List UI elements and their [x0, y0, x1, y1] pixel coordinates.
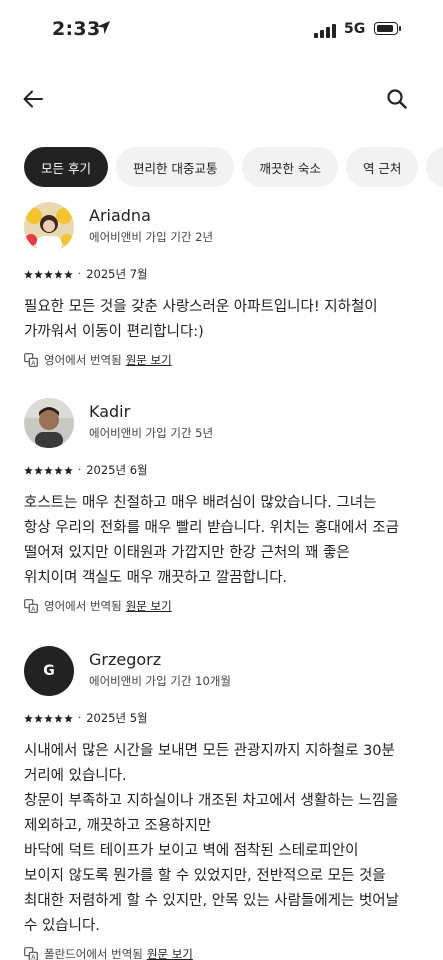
reviewer-tenure: 에어비앤비 가입 기간 5년: [89, 426, 214, 440]
star-icon: [54, 465, 63, 475]
filter-chip-clean[interactable]: 깨끗한 숙소: [242, 147, 338, 187]
review-text: 호스트는 매우 친절하고 매우 배려심이 많았습니다. 그녀는 항상 우리의 전…: [24, 495, 399, 586]
back-button[interactable]: [18, 84, 48, 114]
show-original-link[interactable]: 원문 보기: [126, 598, 172, 614]
star-icon: [54, 269, 63, 279]
avatar[interactable]: [24, 398, 74, 448]
search-button[interactable]: [382, 84, 412, 114]
filter-chip-quick[interactable]: 신속: [426, 147, 443, 187]
filter-chip-transit[interactable]: 편리한 대중교통: [115, 147, 235, 187]
reviews-list[interactable]: Ariadna 에어비앤비 가입 기간 2년 · 2025년 7월 필요한 모든…: [0, 198, 443, 960]
star-icon: [64, 465, 73, 475]
star-icon: [44, 465, 53, 475]
star-rating: [24, 713, 73, 723]
reviewer-tenure: 에어비앤비 가입 기간 10개월: [89, 674, 231, 688]
filter-chip-near-station[interactable]: 역 근처: [345, 147, 419, 187]
translation-note: A 영어에서 번역됨 원문 보기: [24, 352, 424, 368]
avatar-photo: [24, 398, 74, 448]
star-icon: [44, 269, 53, 279]
filter-chips: 모든 후기편리한 대중교통깨끗한 숙소역 근처신속: [24, 147, 443, 189]
separator-dot: ·: [78, 464, 82, 476]
star-icon: [54, 713, 63, 723]
review-item: G Grzegorz 에어비앤비 가입 기간 10개월 · 2025년 5월 시…: [24, 646, 424, 960]
star-icon: [24, 713, 33, 723]
translation-note: A 폴란드어에서 번역됨 원문 보기: [24, 946, 424, 960]
star-rating: [24, 269, 73, 279]
battery-cap: [399, 26, 401, 31]
star-icon: [64, 269, 73, 279]
status-time: 2:33: [52, 18, 101, 40]
translate-icon: A: [24, 353, 38, 367]
avatar-photo: [24, 202, 74, 252]
review-date: 2025년 7월: [86, 267, 148, 281]
avatar[interactable]: G: [24, 646, 74, 696]
review-date: 2025년 6월: [86, 463, 148, 477]
reviewer-tenure: 에어비앤비 가입 기간 2년: [89, 230, 214, 244]
status-bar: 2:33 5G: [0, 0, 443, 60]
separator-dot: ·: [78, 268, 82, 280]
show-original-link[interactable]: 원문 보기: [147, 946, 193, 960]
avatar[interactable]: [24, 202, 74, 252]
separator-dot: ·: [78, 712, 82, 724]
star-icon: [34, 713, 43, 723]
review-date: 2025년 5월: [86, 711, 148, 725]
cellular-signal-icon: [314, 24, 336, 38]
filter-chip-all[interactable]: 모든 후기: [24, 147, 108, 187]
location-arrow-icon: [96, 20, 111, 35]
star-icon: [64, 713, 73, 723]
reviewer-name: Grzegorz: [89, 650, 162, 669]
star-icon: [34, 465, 43, 475]
translated-from-label: 영어에서 번역됨: [44, 599, 122, 613]
review-text: 필요한 모든 것을 갖춘 사랑스러운 아파트입니다! 지하철이 가까워서 이동이…: [24, 299, 378, 340]
show-original-link[interactable]: 원문 보기: [126, 352, 172, 368]
review-item: Kadir 에어비앤비 가입 기간 5년 · 2025년 6월 호스트는 매우 …: [24, 398, 424, 614]
reviewer-name: Kadir: [89, 402, 131, 421]
translated-from-label: 폴란드어에서 번역됨: [44, 947, 143, 960]
review-item: Ariadna 에어비앤비 가입 기간 2년 · 2025년 7월 필요한 모든…: [24, 202, 424, 368]
arrow-left-icon: [23, 90, 43, 108]
reviewer-name: Ariadna: [89, 206, 151, 225]
search-icon: [387, 89, 407, 109]
network-type: 5G: [344, 21, 366, 37]
translate-icon: A: [24, 599, 38, 613]
translation-note: A 영어에서 번역됨 원문 보기: [24, 598, 424, 614]
star-rating: [24, 465, 73, 475]
translate-icon: A: [24, 947, 38, 960]
star-icon: [24, 269, 33, 279]
star-icon: [34, 269, 43, 279]
star-icon: [44, 713, 53, 723]
battery-icon: [374, 22, 398, 35]
star-icon: [24, 465, 33, 475]
translated-from-label: 영어에서 번역됨: [44, 353, 122, 367]
review-text: 시내에서 많은 시간을 보내면 모든 관광지까지 지하철로 30분 거리에 있습…: [24, 743, 399, 934]
